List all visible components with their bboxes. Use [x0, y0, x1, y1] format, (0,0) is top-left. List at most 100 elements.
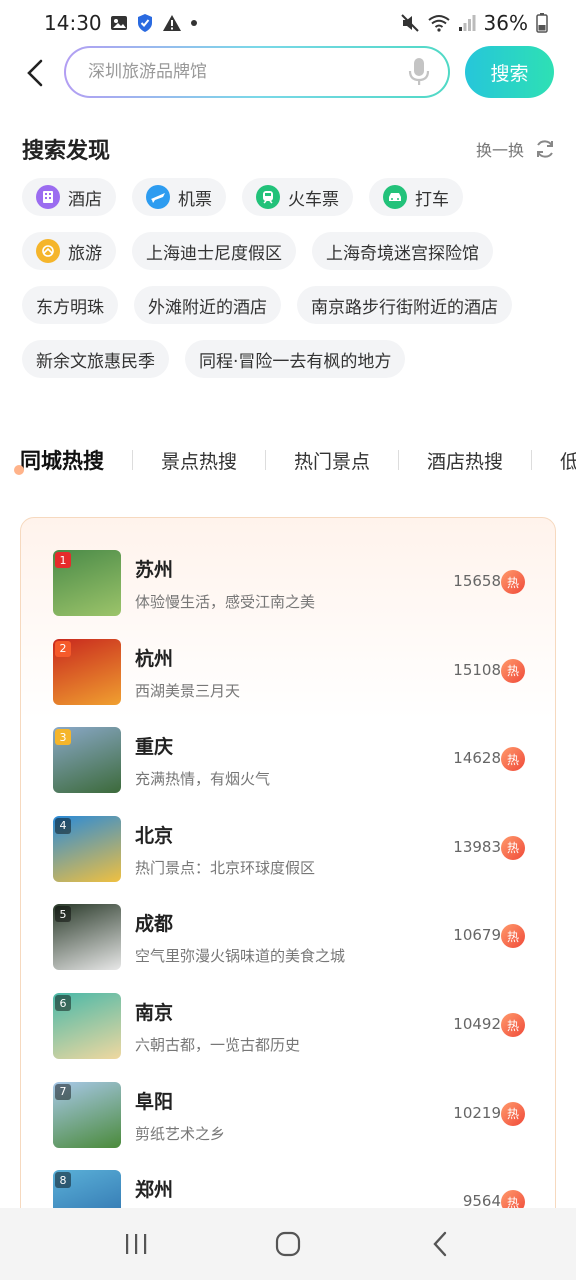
- train-icon: [256, 185, 280, 209]
- plane-icon: [146, 185, 170, 209]
- status-time: 14:30: [44, 11, 102, 35]
- tab-low-price[interactable]: 低价: [532, 447, 576, 474]
- city-name: 杭州: [135, 647, 174, 670]
- city-name: 南京: [135, 1002, 174, 1024]
- hot-badge: 热: [501, 1013, 525, 1037]
- city-thumbnail: 6: [53, 993, 121, 1059]
- rank-badge: 2: [55, 640, 71, 657]
- hot-list-item[interactable]: 3 重庆 充满热情，有烟火气 14628 热: [53, 727, 525, 795]
- refresh-label: 换一换: [475, 141, 524, 160]
- back-button[interactable]: [20, 56, 50, 90]
- search-button[interactable]: 搜索: [465, 46, 554, 98]
- chip-label: 火车票: [288, 189, 339, 210]
- recent-apps-button[interactable]: [106, 1214, 166, 1274]
- city-name: 郑州: [135, 1179, 174, 1202]
- city-description: 六朝古都，一览古都历史: [135, 1036, 301, 1054]
- tab-hotel-hot[interactable]: 酒店热搜: [399, 447, 531, 474]
- recent-apps-icon: [126, 1234, 147, 1254]
- hot-tabs: 同城热搜 景点热搜 热门景点 酒店热搜 低价: [0, 438, 576, 482]
- search-discover-title: 搜索发现: [22, 139, 111, 164]
- warning-icon: [162, 14, 182, 32]
- battery-percent: 36%: [483, 11, 528, 35]
- hot-list-item[interactable]: 4 北京热门景点：北京环球度假区 13983 热: [53, 815, 525, 884]
- hot-badge: 热: [501, 570, 525, 594]
- city-thumbnail: 1: [53, 550, 121, 616]
- rank-badge: 1: [55, 552, 71, 568]
- system-nav-bar: [0, 1208, 576, 1280]
- chip-suggestion[interactable]: 东方明珠: [22, 286, 118, 324]
- city-description: 热门景点：北京环球度假区: [135, 858, 316, 877]
- chip-label: 打车: [415, 189, 449, 210]
- chip-suggestion[interactable]: 上海奇境迷宫探险馆: [312, 232, 493, 270]
- heat-count: 10492: [453, 1015, 501, 1033]
- hot-list-item[interactable]: 7 阜阳剪纸艺术之乡 10219 热: [53, 1081, 525, 1150]
- chip-label: 外滩附近的酒店: [148, 297, 267, 318]
- battery-icon: [536, 13, 548, 33]
- chip-label: 旅游: [68, 243, 102, 264]
- shield-icon: [136, 13, 154, 33]
- wifi-icon: [427, 14, 450, 32]
- hot-badge: 热: [501, 835, 525, 860]
- chip-suggestion[interactable]: 南京路步行街附近的酒店: [297, 286, 512, 324]
- home-button[interactable]: [258, 1214, 318, 1274]
- city-thumbnail: 2: [53, 638, 121, 705]
- mute-icon: [400, 13, 420, 33]
- hot-badge: 热: [501, 924, 525, 949]
- heat-count: 13983: [453, 837, 501, 856]
- city-name: 北京: [135, 824, 174, 847]
- microphone-icon[interactable]: [406, 57, 432, 87]
- hot-badge: 热: [501, 747, 525, 772]
- hot-badge: 热: [501, 1101, 525, 1126]
- discover-chips: 酒店 机票 火车票 打车 旅游 上海迪士尼度假区 上海奇境迷宫探险馆 东方明珠 …: [22, 178, 556, 378]
- chip-suggestion[interactable]: 外滩附近的酒店: [134, 286, 281, 324]
- city-description: 空气里弥漫火锅味道的美食之城: [135, 947, 346, 966]
- chip-hotel[interactable]: 酒店: [22, 178, 116, 216]
- system-back-button[interactable]: [410, 1214, 470, 1274]
- hot-list-item[interactable]: 5 成都 空气里弥漫火锅味道的美食之城 10679 热: [53, 904, 525, 972]
- car-icon: [383, 185, 407, 209]
- chip-suggestion[interactable]: 新余文旅惠民季: [22, 340, 169, 378]
- city-thumbnail: 5: [53, 904, 121, 971]
- chip-label: 酒店: [68, 189, 102, 210]
- chip-label: 南京路步行街附近的酒店: [311, 297, 498, 318]
- heat-count: 15658: [453, 572, 501, 590]
- chip-taxi[interactable]: 打车: [369, 178, 463, 216]
- city-thumbnail: 3: [53, 727, 121, 794]
- search-box[interactable]: [64, 46, 450, 98]
- heat-count: 10219: [453, 1103, 501, 1122]
- hot-list-card: 1 苏州 体验慢生活，感受江南之美 15658 热 2 杭州 西湖美景三月天 15108 热 3 重庆…: [20, 517, 556, 1237]
- refresh-button[interactable]: 换一换: [476, 137, 556, 161]
- search-input[interactable]: [88, 62, 406, 82]
- hotel-icon: [36, 185, 60, 209]
- rank-badge: 7: [55, 1083, 71, 1100]
- city-description: 剪纸艺术之乡: [135, 1124, 226, 1143]
- signal-icon: [458, 14, 476, 32]
- chip-train[interactable]: 火车票: [242, 178, 353, 216]
- chip-label: 上海迪士尼度假区: [146, 243, 282, 264]
- search-header: 搜索: [0, 44, 576, 102]
- chip-label: 东方明珠: [36, 297, 104, 318]
- heat-count: 15108: [453, 660, 501, 679]
- chip-suggestion[interactable]: 上海迪士尼度假区: [132, 232, 296, 270]
- heat-count: 14628: [453, 749, 501, 768]
- tab-scenic-hot[interactable]: 景点热搜: [133, 447, 265, 474]
- back-nav-icon: [433, 1231, 447, 1257]
- chip-flight[interactable]: 机票: [132, 178, 226, 216]
- hot-list-item[interactable]: 1 苏州 体验慢生活，感受江南之美 15658 热: [53, 550, 525, 618]
- hot-list-item[interactable]: 2 杭州 西湖美景三月天 15108 热: [53, 638, 525, 707]
- rank-badge: 6: [55, 995, 71, 1011]
- chip-label: 同程·冒险一去有枫的地方: [199, 351, 392, 372]
- hot-badge: 热: [501, 658, 525, 683]
- hot-list-item[interactable]: 6 南京六朝古都，一览古都历史 10492 热: [53, 993, 525, 1061]
- chip-label: 上海奇境迷宫探险馆: [326, 243, 479, 264]
- tab-popular-scenic[interactable]: 热门景点: [266, 447, 398, 474]
- chip-travel[interactable]: 旅游: [22, 232, 116, 270]
- rank-badge: 4: [55, 817, 71, 834]
- chip-suggestion[interactable]: 同程·冒险一去有枫的地方: [185, 340, 406, 378]
- tab-city-hot[interactable]: 同城热搜: [0, 445, 132, 475]
- refresh-icon: [537, 140, 553, 158]
- city-name: 阜阳: [135, 1090, 174, 1113]
- dot-icon: [190, 19, 198, 27]
- city-thumbnail: 7: [53, 1081, 121, 1148]
- rank-badge: 8: [55, 1172, 71, 1189]
